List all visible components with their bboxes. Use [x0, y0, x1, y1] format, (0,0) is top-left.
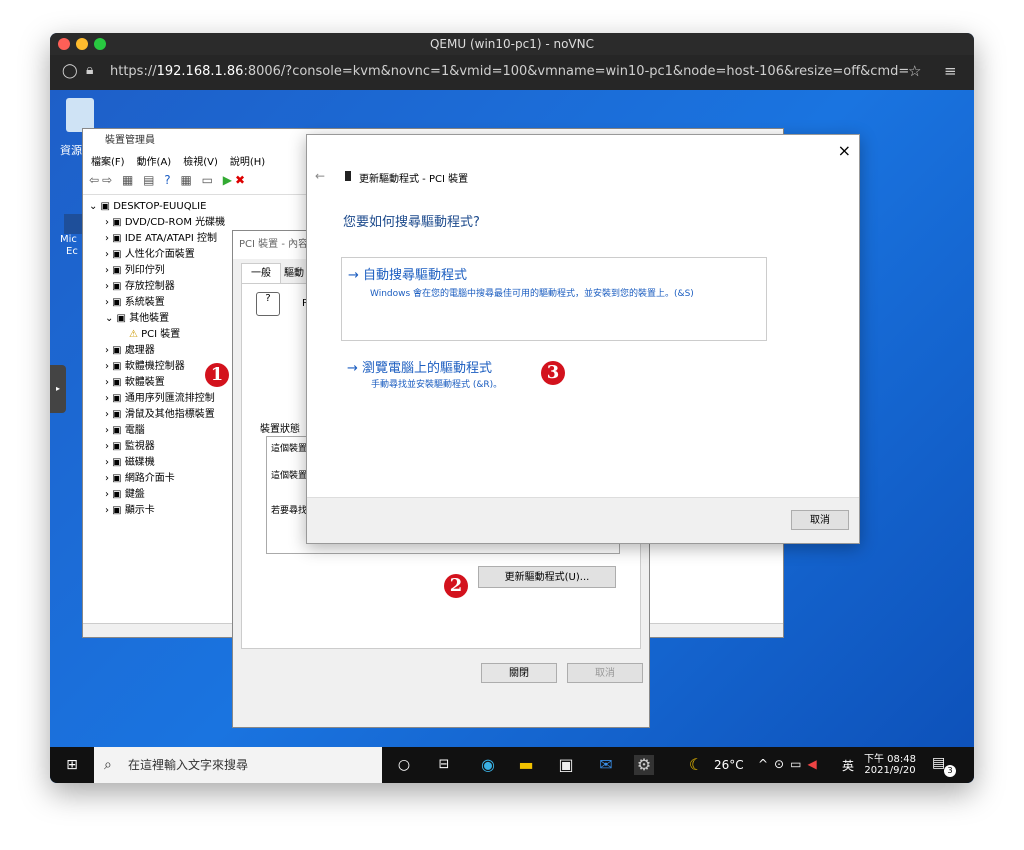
menu-help[interactable]: 說明(H) — [230, 153, 265, 173]
auto-search-option[interactable]: → 自動搜尋驅動程式 Windows 會在您的電腦中搜尋最佳可用的驅動程式，並安… — [341, 257, 767, 341]
search-placeholder: 在這裡輸入文字來搜尋 — [128, 758, 249, 772]
tree-item-pci-device[interactable]: ⚠ PCI 裝置 — [89, 327, 229, 343]
wizard-cancel-button[interactable]: 取消 — [791, 510, 849, 530]
tree-item[interactable]: › ▣ 系統裝置 — [89, 295, 229, 311]
edge-icon[interactable]: ◉ — [478, 755, 498, 775]
shield-icon: ◯ — [62, 63, 78, 79]
ime-indicator[interactable]: 英 — [842, 757, 854, 774]
tree-item[interactable]: › ▣ 顯示卡 — [89, 503, 229, 519]
notification-count: 3 — [944, 765, 956, 777]
close-button[interactable]: 關閉 — [481, 663, 557, 683]
minimize-traffic-light[interactable] — [76, 38, 88, 50]
back-icon[interactable]: ⇦ — [89, 173, 102, 187]
tab-driver[interactable]: 驅動 — [281, 265, 307, 283]
tray-icons[interactable]: ^⊙▭◀ — [758, 757, 823, 771]
step-badge-1: 1 — [205, 363, 229, 387]
back-arrow-icon[interactable]: ← — [315, 169, 325, 183]
menu-icon[interactable]: ≡ — [944, 62, 957, 80]
task-view-icon[interactable]: ⊟ — [434, 755, 454, 775]
lock-icon: 🔒︎ — [86, 62, 94, 78]
wizard-question: 您要如何搜尋驅動程式? — [343, 215, 480, 230]
weather-icon[interactable]: ☾ — [686, 755, 706, 775]
tree-item[interactable]: › ▣ 滑鼠及其他指標裝置 — [89, 407, 229, 423]
tree-item[interactable]: › ▣ 人性化介面裝置 — [89, 247, 229, 263]
tree-item[interactable]: › ▣ 列印佇列 — [89, 263, 229, 279]
browse-desc: 手動尋找並安裝驅動程式 (&R)。 — [371, 380, 503, 390]
tree-item[interactable]: › ▣ 磁碟機 — [89, 455, 229, 471]
url-bar[interactable]: ◯ 🔒︎ https://192.168.1.86:8006/?console=… — [50, 55, 974, 90]
browse-title: 瀏覽電腦上的驅動程式 — [362, 361, 493, 376]
store-icon[interactable]: ▣ — [556, 755, 576, 775]
taskbar: ⊞ ⌕ 在這裡輸入文字來搜尋 ○ ⊟ ◉ ▬ ▣ ✉ ⚙ ☾ 26°C ^⊙▭◀ … — [50, 747, 974, 783]
menu-action[interactable]: 動作(A) — [137, 153, 172, 173]
properties-cancel-button[interactable]: 取消 — [567, 663, 643, 683]
tree-item[interactable]: › ▣ 處理器 — [89, 343, 229, 359]
wizard-header: 更新驅動程式 - PCI 裝置 — [359, 174, 469, 185]
device-icon: ? — [256, 292, 280, 316]
browser-titlebar: QEMU (win10-pc1) - noVNC — [50, 33, 974, 55]
cortana-icon[interactable]: ○ — [394, 755, 414, 775]
device-tree: ⌄ ▣ DESKTOP-EUUQLIE › ▣ DVD/CD-ROM 光碟機 ›… — [89, 199, 229, 519]
novnc-sidebar-handle[interactable]: ▸ — [50, 365, 66, 413]
menu-file[interactable]: 檔案(F) — [91, 153, 125, 173]
tree-root[interactable]: ⌄ ▣ DESKTOP-EUUQLIE — [89, 199, 229, 215]
file-explorer-icon[interactable]: ▬ — [516, 755, 536, 775]
browser-window: QEMU (win10-pc1) - noVNC ◯ 🔒︎ https://19… — [50, 33, 974, 783]
tree-item[interactable]: › ▣ 鍵盤 — [89, 487, 229, 503]
windows-start-icon[interactable]: ⊞ — [62, 755, 82, 775]
recycle-bin-icon[interactable] — [66, 98, 94, 132]
mail-icon[interactable]: ✉ — [596, 755, 616, 775]
step-badge-2: 2 — [444, 574, 468, 598]
device-icon-small — [345, 171, 351, 181]
wizard-footer: 取消 — [307, 497, 859, 543]
recycle-bin-label: 資源 — [60, 144, 82, 157]
tree-item[interactable]: › ▣ 通用序列匯流排控制 — [89, 391, 229, 407]
clock[interactable]: 下午 08:48 2021/9/20 — [864, 750, 916, 776]
clock-time: 下午 08:48 — [864, 754, 916, 765]
tree-item[interactable]: › ▣ 電腦 — [89, 423, 229, 439]
delete-icon[interactable]: ✖ — [235, 173, 248, 187]
tree-item[interactable]: › ▣ 網路介面卡 — [89, 471, 229, 487]
weather-temp[interactable]: 26°C — [714, 758, 744, 772]
tree-item-other-devices[interactable]: ⌄ ▣ 其他裝置 — [89, 311, 229, 327]
wizard-close-icon[interactable]: × — [838, 141, 851, 160]
windows-desktop: 資源 Mic Ec ▸ 裝置管理員 檔案(F) 動作(A) 檢視(V) 說明(H) ⇦… — [50, 90, 974, 783]
arrow-icon: → — [348, 268, 359, 283]
tree-item[interactable]: › ▣ DVD/CD-ROM 光碟機 — [89, 215, 229, 231]
tree-item[interactable]: › ▣ 存放控制器 — [89, 279, 229, 295]
browse-option[interactable]: → 瀏覽電腦上的驅動程式 — [347, 357, 492, 376]
browser-title: QEMU (win10-pc1) - noVNC — [429, 37, 594, 51]
auto-search-title: 自動搜尋驅動程式 — [363, 268, 468, 283]
tree-item[interactable]: › ▣ 監視器 — [89, 439, 229, 455]
device-manager-taskbar-icon[interactable]: ⚙ — [634, 755, 654, 775]
update-driver-wizard: × ← 更新驅動程式 - PCI 裝置 您要如何搜尋驅動程式? → 自動搜尋驅動… — [306, 134, 860, 544]
search-box[interactable]: ⌕ 在這裡輸入文字來搜尋 — [94, 747, 382, 783]
clock-date: 2021/9/20 — [864, 765, 916, 776]
step-badge-3: 3 — [541, 361, 565, 385]
arrow-icon: → — [347, 361, 358, 376]
star-icon[interactable]: ☆ — [908, 62, 921, 80]
close-traffic-light[interactable] — [58, 38, 70, 50]
device-status-label: 裝置狀態 — [260, 424, 300, 435]
update-driver-button[interactable]: 更新驅動程式(U)... — [478, 566, 616, 588]
forward-icon[interactable]: ⇨ — [102, 173, 115, 187]
search-icon: ⌕ — [104, 757, 112, 773]
tree-item[interactable]: › ▣ IDE ATA/ATAPI 控制 — [89, 231, 229, 247]
menu-view[interactable]: 檢視(V) — [183, 153, 218, 173]
edge-shortcut-label: Mic — [60, 234, 77, 245]
zoom-traffic-light[interactable] — [94, 38, 106, 50]
url-text[interactable]: https://192.168.1.86:8006/?console=kvm&n… — [110, 64, 909, 79]
auto-search-desc: Windows 會在您的電腦中搜尋最佳可用的驅動程式，並安裝到您的裝置上。(&S… — [370, 289, 694, 299]
tab-general[interactable]: 一般 — [241, 263, 281, 283]
edge-shortcut-label-2: Ec — [66, 246, 78, 257]
